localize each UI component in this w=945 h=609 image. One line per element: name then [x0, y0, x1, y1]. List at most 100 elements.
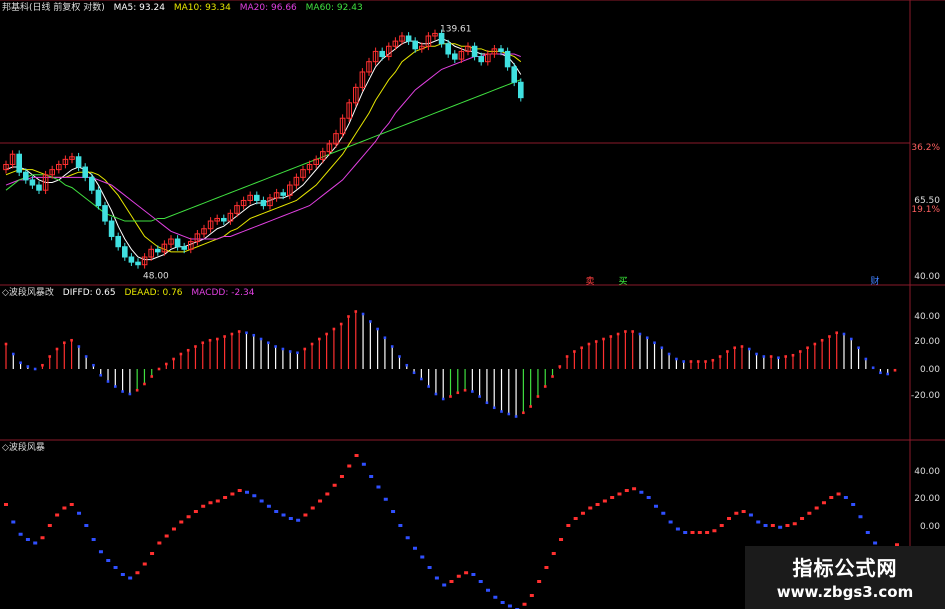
- macd-dot: [150, 375, 154, 378]
- storm-dot: [507, 604, 512, 608]
- watermark: 指标公式网 www.zbgs3.com: [745, 546, 945, 609]
- price-axis-tick: 36.2%: [911, 143, 940, 153]
- storm-panel-title: ◇波段风暴: [2, 443, 45, 453]
- ma60-label: MA60: 92.43: [305, 3, 363, 13]
- macd-dot: [420, 377, 423, 381]
- price-axis-tick: 40.00: [914, 272, 940, 282]
- candle-body: [122, 246, 128, 258]
- macd-panel-title: ◇波段风暴改: [2, 288, 54, 298]
- watermark-url: www.zbgs3.com: [776, 583, 914, 601]
- storm-dot: [756, 520, 761, 524]
- storm-dot: [580, 511, 585, 515]
- macd-dot: [806, 346, 809, 350]
- storm-dot: [55, 513, 60, 517]
- macd-dot: [106, 380, 110, 383]
- macd-dot: [755, 352, 758, 356]
- watermark-title: 指标公式网: [792, 556, 898, 580]
- storm-dot: [128, 576, 133, 580]
- macd-dot: [237, 330, 241, 333]
- storm-dot: [296, 518, 301, 522]
- macd-dot: [529, 405, 532, 408]
- chart-canvas: 139.6148.0036.2%65.5019.1%40.00卖买财40.002…: [0, 0, 945, 609]
- macd-dot: [594, 340, 598, 343]
- storm-dot: [529, 594, 534, 597]
- macd-dot: [689, 360, 693, 363]
- candle-body: [379, 50, 385, 58]
- candle-body: [478, 56, 484, 63]
- macd-dot: [893, 368, 897, 372]
- storm-dot: [47, 524, 52, 527]
- storm-dot: [164, 534, 169, 538]
- macd-dot: [784, 355, 787, 358]
- candle-body: [445, 43, 451, 55]
- macd-dot: [383, 336, 387, 340]
- macd-histogram: [4, 310, 897, 418]
- storm-dot: [829, 496, 834, 499]
- macd-dot: [463, 388, 467, 392]
- macd-dot: [638, 332, 642, 336]
- macd-dot: [718, 355, 722, 358]
- storm-dot: [807, 511, 812, 515]
- macd-dot: [675, 357, 678, 361]
- high-price-annotation: 139.61: [440, 24, 472, 34]
- storm-dot: [697, 531, 702, 534]
- macd-dot: [522, 411, 525, 415]
- storm-dot: [814, 506, 819, 510]
- macd-dot: [769, 355, 773, 358]
- storm-dot: [91, 538, 96, 541]
- storm-dot: [690, 531, 695, 534]
- storm-dot: [84, 524, 89, 527]
- candle-body: [260, 199, 267, 207]
- macd-dot: [41, 363, 44, 367]
- macd-axis-tick: 0.00: [920, 365, 940, 375]
- macd-dot: [813, 342, 817, 346]
- candle-body: [221, 217, 227, 222]
- storm-dot: [595, 503, 600, 506]
- macd-dot: [485, 401, 489, 405]
- storm-axis-tick: 20.00: [914, 494, 940, 504]
- macd-dot: [55, 347, 59, 351]
- macd-dot: [376, 327, 379, 331]
- candle-body: [155, 248, 161, 253]
- storm-dot: [559, 538, 564, 541]
- macd-dot: [536, 395, 540, 398]
- macd-dot: [62, 341, 66, 345]
- candle-body: [174, 238, 181, 248]
- storm-dot: [420, 555, 425, 559]
- candle-body: [452, 53, 458, 60]
- price-legend: 邦基科(日线 前复权 对数) MA5: 93.24 MA10: 93.34 MA…: [2, 3, 369, 14]
- chart-title: 邦基科(日线 前复权 对数): [2, 3, 105, 13]
- macd-dot: [390, 345, 394, 348]
- candle-body: [498, 48, 504, 52]
- storm-dot: [675, 527, 680, 531]
- macd-dot: [281, 347, 285, 351]
- storm-dot: [456, 574, 461, 578]
- macd-dot: [609, 335, 613, 338]
- macd-dot: [857, 346, 860, 350]
- candle-body: [128, 256, 135, 263]
- storm-dot: [821, 501, 826, 505]
- macd-dot: [449, 395, 452, 398]
- macd-dot: [179, 352, 183, 356]
- storm-dot: [40, 536, 45, 540]
- storm-dot: [851, 503, 856, 506]
- macd-dot: [99, 373, 103, 377]
- deaad-label: DEAAD: 0.76: [124, 288, 183, 298]
- storm-dot: [11, 520, 16, 524]
- storm-dot: [288, 517, 293, 520]
- storm-dot: [748, 513, 753, 517]
- storm-dot: [4, 503, 8, 506]
- macd-dot: [828, 335, 831, 338]
- macd-dot: [267, 341, 270, 345]
- storm-dot: [493, 595, 498, 599]
- storm-dot: [705, 531, 710, 534]
- candle-body: [16, 153, 22, 173]
- storm-dot: [719, 524, 724, 527]
- macd-dot: [543, 385, 547, 388]
- macd-dot: [339, 322, 343, 326]
- macd-dot: [602, 337, 605, 341]
- macd-dot: [849, 337, 853, 341]
- macd-dot: [325, 332, 328, 336]
- macd-dot: [441, 397, 445, 401]
- storm-dot: [785, 524, 790, 527]
